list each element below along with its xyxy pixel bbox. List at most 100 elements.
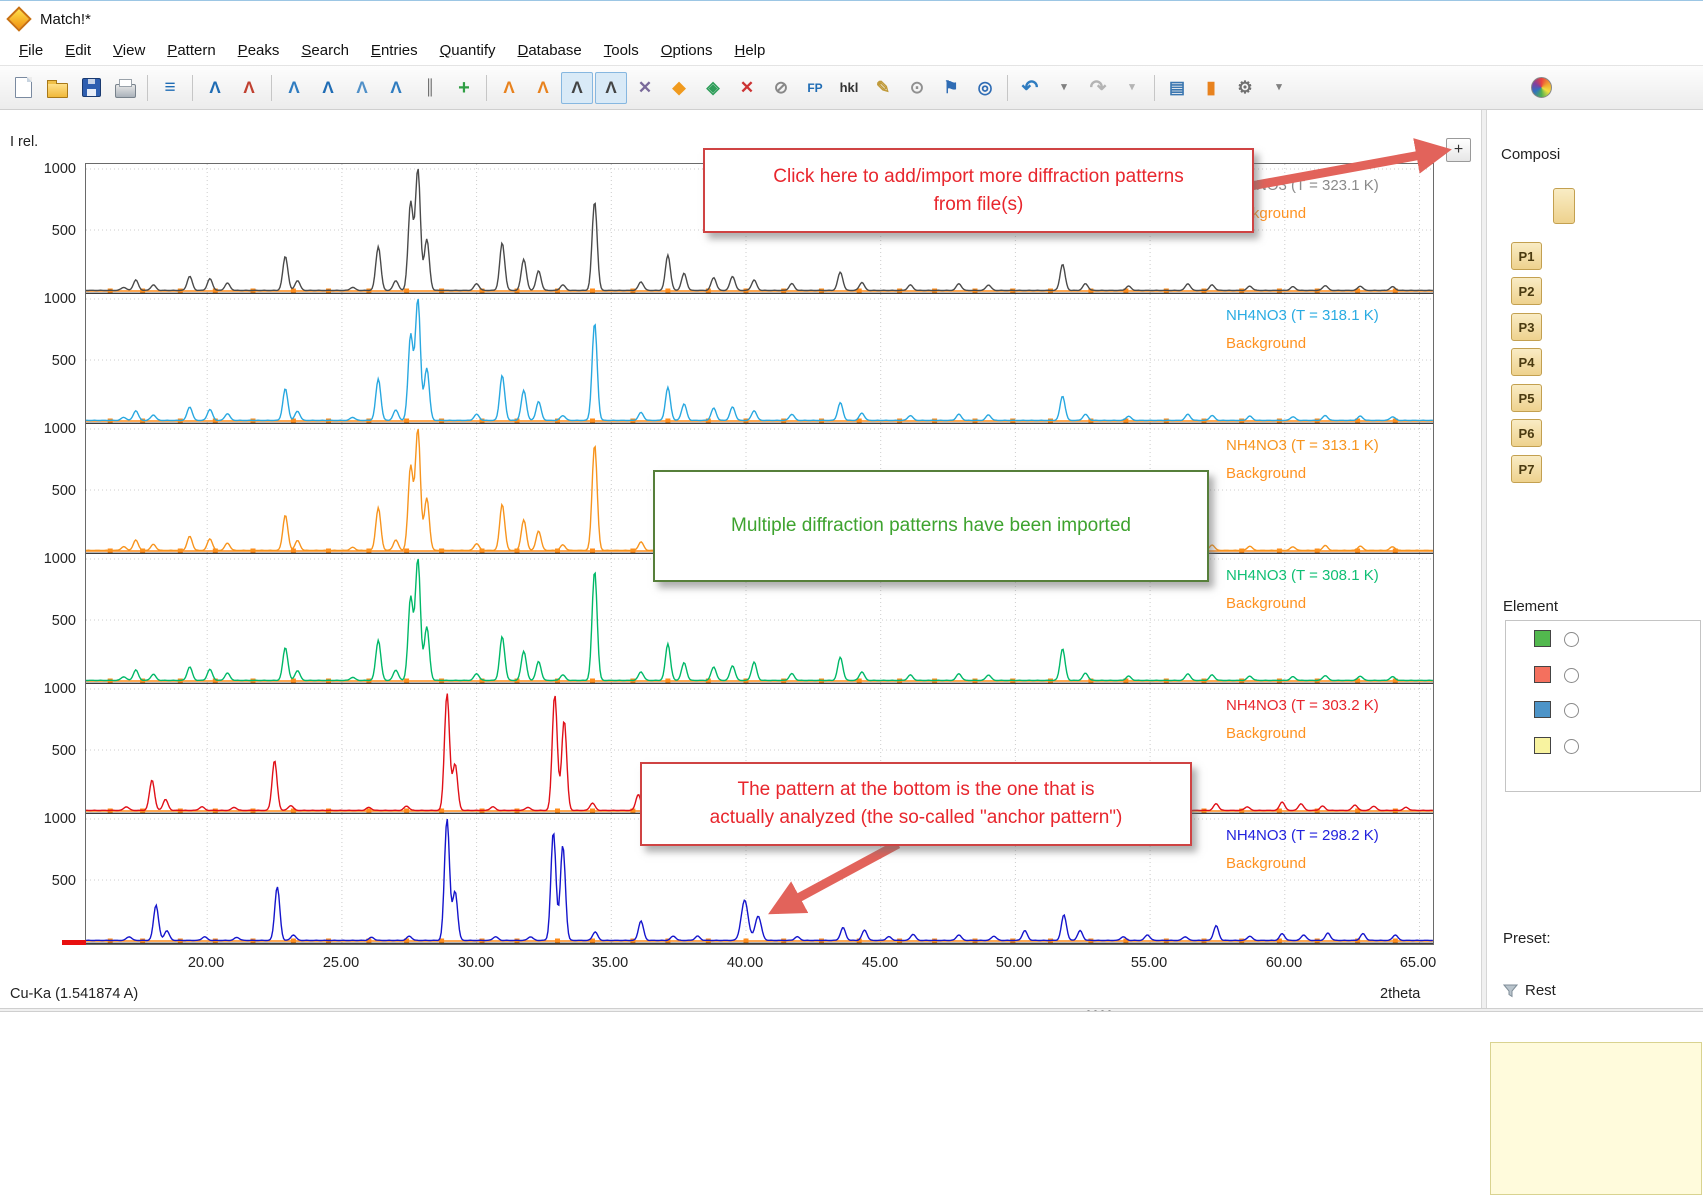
menu-database[interactable]: Database [507, 38, 593, 63]
search-match-profile-icon[interactable]: Λ [527, 72, 559, 104]
pattern-label: NH4NO3 (T = 318.1 K) [1226, 307, 1379, 324]
tools-menu-icon[interactable]: ▾ [1263, 72, 1295, 104]
menu-edit[interactable]: Edit [54, 38, 102, 63]
element-radio[interactable] [1564, 703, 1579, 718]
menu-help[interactable]: Help [723, 38, 776, 63]
y-axis-tick: 500 [30, 353, 76, 369]
integrate-intensities-icon[interactable]: ║ [414, 72, 446, 104]
peak-editor-icon[interactable]: Λ [233, 72, 265, 104]
toggle-visibility-icon[interactable]: ⊘ [765, 72, 797, 104]
color-scheme-icon[interactable] [1525, 72, 1557, 104]
restraints-label: Rest [1525, 982, 1556, 999]
delete-entries-icon[interactable]: ✕ [731, 72, 763, 104]
background-label: Background [1226, 595, 1306, 612]
peak-search-icon[interactable]: Λ [199, 72, 231, 104]
preview-icon[interactable]: ⊙ [901, 72, 933, 104]
pattern-button-p2[interactable]: P2 [1511, 277, 1542, 305]
filter-funnel-icon [1503, 983, 1518, 998]
undo-icon[interactable]: ↶ [1014, 72, 1046, 104]
bookmark-icon[interactable]: ⚑ [935, 72, 967, 104]
subtract-background-icon[interactable]: Λ [312, 72, 344, 104]
background-label: Background [1226, 855, 1306, 872]
toolbar-separator [147, 75, 148, 101]
pattern-button-p4[interactable]: P4 [1511, 348, 1542, 376]
hkl-icon[interactable]: hkl [833, 72, 865, 104]
profile-fit-icon[interactable]: Λ [561, 72, 593, 104]
y-axis-tick: 500 [30, 743, 76, 759]
print-icon[interactable] [109, 72, 141, 104]
y-axis-title: I rel. [10, 134, 38, 150]
redo-menu-icon[interactable]: ▾ [1116, 72, 1148, 104]
x-axis-tick: 60.00 [1254, 955, 1314, 971]
folder-shape [47, 83, 68, 98]
anchor-pattern-marker [62, 940, 86, 945]
element-radio[interactable] [1564, 739, 1579, 754]
open-file-icon[interactable] [41, 72, 73, 104]
continue-search-icon[interactable]: ◈ [697, 72, 729, 104]
x-axis-tick: 20.00 [176, 955, 236, 971]
reference-db-icon[interactable]: ▮ [1195, 72, 1227, 104]
add-peak-icon[interactable]: + [448, 72, 480, 104]
pattern-button-p1[interactable]: P1 [1511, 242, 1542, 270]
search-match-peaks-icon[interactable]: Λ [493, 72, 525, 104]
menu-search[interactable]: Search [290, 38, 360, 63]
pattern-label: NH4NO3 (T = 303.2 K) [1226, 697, 1379, 714]
save-icon[interactable] [75, 72, 107, 104]
element-color-swatch[interactable] [1534, 737, 1551, 754]
element-radio[interactable] [1564, 668, 1579, 683]
element-radio[interactable] [1564, 632, 1579, 647]
toolbar-separator [486, 75, 487, 101]
correct-data-icon[interactable]: Λ [380, 72, 412, 104]
menu-entries[interactable]: Entries [360, 38, 429, 63]
toolbar-separator [1154, 75, 1155, 101]
add-pattern-button[interactable]: + [1446, 138, 1471, 162]
element-color-swatch[interactable] [1534, 666, 1551, 683]
tools-icon[interactable]: ⚙ [1229, 72, 1261, 104]
strip-alpha2-icon[interactable]: Λ [346, 72, 378, 104]
entry-list-icon[interactable]: ≡ [154, 72, 186, 104]
online-database-icon[interactable]: ◎ [969, 72, 1001, 104]
new-file-icon[interactable] [7, 72, 39, 104]
y-axis-tick: 500 [30, 223, 76, 239]
y-axis-tick: 500 [30, 873, 76, 889]
pattern-slot-button[interactable] [1553, 188, 1575, 224]
database-icon[interactable]: ▤ [1161, 72, 1193, 104]
page-shape [15, 77, 32, 98]
menu-tools[interactable]: Tools [593, 38, 650, 63]
floppy-shape [82, 78, 101, 97]
restraints-icon[interactable]: ✕ [629, 72, 661, 104]
pattern-button-p6[interactable]: P6 [1511, 419, 1542, 447]
radiation-label: Cu-Ka (1.541874 A) [10, 986, 138, 1002]
menu-view[interactable]: View [102, 38, 156, 63]
x-axis-tick: 50.00 [984, 955, 1044, 971]
y-axis-tick: 500 [30, 483, 76, 499]
profile-fit-all-icon[interactable]: Λ [595, 72, 627, 104]
element-list [1505, 620, 1701, 792]
pattern-button-p3[interactable]: P3 [1511, 313, 1542, 341]
x-axis-tick: 25.00 [311, 955, 371, 971]
fp-icon[interactable]: FP [799, 72, 831, 104]
element-color-swatch[interactable] [1534, 630, 1551, 647]
smooth-raw-data-icon[interactable]: Λ [278, 72, 310, 104]
pattern-band-2: 1000 500 NH4NO3 (T = 318.1 K) Background [86, 294, 1433, 424]
element-color-swatch[interactable] [1534, 701, 1551, 718]
edit-report-icon[interactable]: ✎ [867, 72, 899, 104]
pattern-button-p5[interactable]: P5 [1511, 384, 1542, 412]
x-axis-tick: 45.00 [850, 955, 910, 971]
background-label: Background [1226, 335, 1306, 352]
y-axis-tick: 1000 [30, 681, 76, 697]
menu-file[interactable]: File [8, 38, 54, 63]
redo-icon[interactable]: ↷ [1082, 72, 1114, 104]
menu-quantify[interactable]: Quantify [429, 38, 507, 63]
run-search-match-icon[interactable]: ◆ [663, 72, 695, 104]
y-axis-tick: 1000 [30, 421, 76, 437]
menu-options[interactable]: Options [650, 38, 724, 63]
undo-menu-icon[interactable]: ▾ [1048, 72, 1080, 104]
y-axis-tick: 500 [30, 613, 76, 629]
menu-pattern[interactable]: Pattern [156, 38, 226, 63]
composition-panel: Composi P1 P2 P3 P4 P5 P6 P7 Element Pre… [1487, 110, 1703, 1008]
pattern-button-p7[interactable]: P7 [1511, 455, 1542, 483]
menu-peaks[interactable]: Peaks [227, 38, 291, 63]
toolbar: ≡ Λ Λ Λ Λ Λ Λ ║ + Λ Λ Λ Λ ✕ ◆ ◈ ✕ ⊘ FP h… [0, 66, 1703, 110]
restraints-row[interactable]: Rest [1503, 982, 1556, 999]
